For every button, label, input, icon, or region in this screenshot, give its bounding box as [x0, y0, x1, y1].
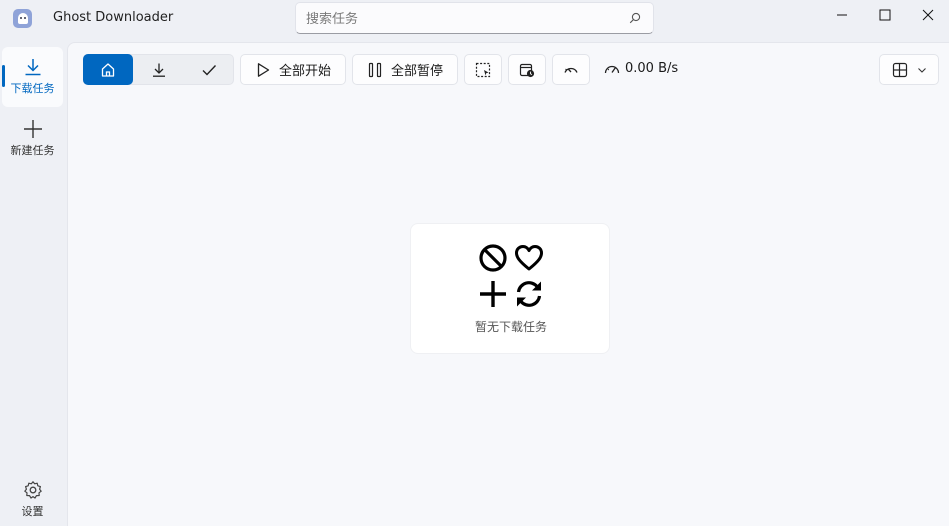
ghost-app-icon — [13, 9, 32, 28]
speed-limit-button[interactable] — [552, 54, 590, 85]
plus-icon — [23, 120, 42, 138]
speedometer-icon — [604, 65, 620, 73]
main-content: 全部开始 全部暂停 0.00 B/s 暂无下载任务 — [67, 42, 949, 526]
minimize-icon — [837, 14, 847, 16]
filter-completed-tab[interactable] — [184, 54, 234, 85]
speed-limit-icon — [564, 67, 578, 73]
search-input[interactable] — [306, 9, 616, 29]
sidebar-item-settings[interactable]: 设置 — [2, 470, 63, 526]
check-icon — [202, 64, 217, 76]
plus-icon — [480, 281, 506, 307]
download-icon — [153, 63, 165, 77]
speed-value: 0.00 B/s — [625, 61, 679, 76]
pause-icon — [368, 62, 382, 77]
home-icon — [101, 62, 115, 77]
search-box[interactable] — [295, 2, 654, 34]
sidebar-item-label: 新建任务 — [10, 144, 55, 157]
close-button[interactable] — [905, 0, 949, 30]
refresh-icon — [516, 281, 542, 307]
filter-downloading-tab[interactable] — [134, 54, 184, 85]
select-button[interactable] — [464, 54, 502, 85]
filter-segmented-control — [83, 54, 234, 85]
download-icon — [25, 59, 40, 76]
play-icon — [257, 62, 270, 77]
empty-state-card: 暂无下载任务 — [410, 223, 610, 354]
schedule-button[interactable] — [508, 54, 546, 85]
close-icon — [922, 9, 934, 21]
active-indicator — [2, 65, 5, 87]
title-bar: Ghost Downloader — [0, 0, 949, 42]
sidebar-item-download-tasks[interactable]: 下载任务 — [2, 47, 63, 107]
sidebar-item-new-task[interactable]: 新建任务 — [2, 109, 63, 169]
calendar-clock-icon — [519, 63, 535, 77]
start-all-button[interactable]: 全部开始 — [240, 54, 346, 85]
start-all-label: 全部开始 — [278, 64, 331, 79]
speed-indicator: 0.00 B/s — [604, 61, 678, 76]
maximize-icon — [879, 9, 891, 21]
layout-icon — [892, 62, 907, 77]
maximize-button[interactable] — [862, 0, 908, 30]
search-icon[interactable] — [629, 12, 641, 24]
sidebar-item-label: 下载任务 — [10, 82, 55, 95]
sidebar: 下载任务 新建任务 设置 — [0, 42, 67, 526]
prohibited-icon — [479, 244, 507, 272]
minimize-button[interactable] — [819, 0, 865, 30]
sidebar-item-label: 设置 — [21, 505, 44, 518]
gear-icon — [23, 481, 42, 499]
empty-state-text: 暂无下载任务 — [474, 320, 547, 334]
app-title: Ghost Downloader — [53, 10, 174, 25]
chevron-down-icon — [917, 67, 926, 73]
heart-icon — [515, 245, 543, 271]
view-layout-dropdown[interactable] — [879, 54, 939, 85]
selection-icon — [475, 62, 491, 77]
filter-all-tab[interactable] — [83, 54, 133, 85]
pause-all-label: 全部暂停 — [390, 64, 443, 79]
pause-all-button[interactable]: 全部暂停 — [352, 54, 458, 85]
